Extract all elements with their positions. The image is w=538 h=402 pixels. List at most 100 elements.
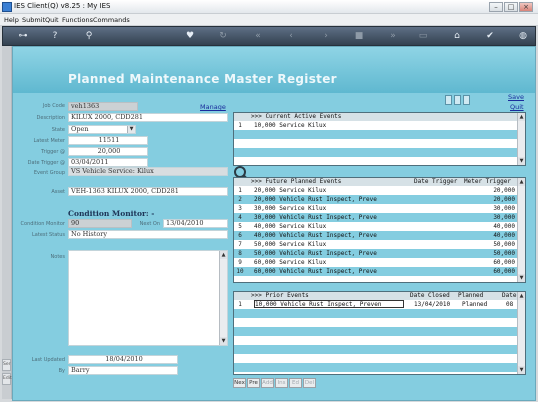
planned-cell: Planned <box>462 301 488 308</box>
description-field[interactable]: KILUX 2000, CDD281 <box>68 113 228 122</box>
next-on-label: Next On <box>139 221 160 227</box>
scroll-up-icon[interactable]: ▲ <box>518 178 525 186</box>
menu-help[interactable]: Help <box>4 16 19 24</box>
condition-monitor-label: Condition Monitor <box>20 221 65 227</box>
notes-scrollbar[interactable]: ▲ ▼ <box>219 251 227 345</box>
document-icon[interactable]: ▭ <box>417 30 429 42</box>
event-group-field[interactable]: VS Vehicle Service: Kilux <box>68 167 228 176</box>
empty-row <box>234 309 518 318</box>
insert-button[interactable]: Ins <box>275 378 288 388</box>
meter-cell: 20,000 <box>493 196 515 203</box>
event-cell: 50,000 Service Kilux <box>254 241 327 248</box>
empty-row <box>234 148 518 157</box>
current-events-scrollbar[interactable]: ▲ ▼ <box>517 113 525 165</box>
menu-commands[interactable]: Commands <box>93 16 130 24</box>
table-row[interactable]: 6 40,000 Vehicle Rust Inspect, Preve 40,00… <box>234 231 518 240</box>
future-events-scrollbar[interactable]: ▲ ▼ <box>517 178 525 282</box>
refresh-icon[interactable]: ↻ <box>217 30 229 42</box>
row-number: 2 <box>238 196 242 203</box>
date-column[interactable]: Date <box>502 292 516 299</box>
table-row[interactable]: 5 40,000 Service Kilux 40,000 <box>234 222 518 231</box>
table-row[interactable]: 3 30,000 Service Kilux 30,000 <box>234 204 518 213</box>
close-button[interactable]: × <box>519 2 533 12</box>
edit-button[interactable]: Ed <box>289 378 302 388</box>
asset-label: Asset <box>51 189 65 195</box>
previous-button[interactable]: Pre <box>247 378 260 388</box>
prior-events-title: >>> Prior Events <box>251 292 309 299</box>
minimize-button[interactable]: – <box>489 2 503 12</box>
menu-submit[interactable]: Submit <box>22 16 45 24</box>
state-label: State <box>51 127 65 133</box>
table-row[interactable]: 8 50,000 Vehicle Rust Inspect, Preve 50,00… <box>234 249 518 258</box>
latest-status-field[interactable]: No History <box>68 230 228 239</box>
key-icon[interactable]: ⊶ <box>13 30 33 42</box>
job-code-label: Job Code <box>42 103 65 109</box>
table-row[interactable]: 2 20,000 Vehicle Rust Inspect, Preve 20,00… <box>234 195 518 204</box>
table-row[interactable]: 9 60,000 Service Kilux 60,000 <box>234 258 518 267</box>
scroll-up-icon[interactable]: ▲ <box>220 251 227 259</box>
fast-forward-icon[interactable]: » <box>387 30 399 42</box>
manage-link[interactable]: Manage <box>200 103 226 111</box>
rewind-icon[interactable]: « <box>252 30 264 42</box>
event-cell: 60,000 Vehicle Rust Inspect, Preve <box>254 268 377 275</box>
date-trigger-column[interactable]: Date Trigger <box>414 178 457 185</box>
maximize-button[interactable]: □ <box>504 2 518 12</box>
by-field: Barry <box>68 366 178 375</box>
latest-meter-field[interactable]: 11511 <box>68 136 148 145</box>
scroll-up-icon[interactable]: ▲ <box>518 113 525 121</box>
delete-button[interactable]: Del <box>303 378 316 388</box>
next-on-field[interactable]: 13/04/2010 <box>163 219 228 228</box>
date-trigger-field[interactable]: 03/04/2011 <box>68 158 148 167</box>
future-events-header: >>> Future Planned Events Date Trigger M… <box>234 178 518 186</box>
date-closed-column[interactable]: Date Closed <box>410 292 450 299</box>
save-link[interactable]: Save <box>508 93 524 101</box>
row-number: 6 <box>238 232 242 239</box>
strip-tab-edit[interactable]: Edit <box>2 373 12 385</box>
condition-monitor-title: Condition Monitor: - <box>68 209 155 218</box>
next-button[interactable]: Nex <box>233 378 246 388</box>
meter-trigger-column[interactable]: Meter Trigger <box>464 178 511 185</box>
row-number: 1 <box>238 122 242 129</box>
scroll-down-icon[interactable]: ▼ <box>518 157 525 165</box>
strip-tab-ser[interactable]: Ser <box>2 359 11 371</box>
home-icon[interactable]: ⌂ <box>451 30 463 42</box>
users-icon[interactable] <box>445 93 471 105</box>
job-code-field[interactable]: veh1363 <box>68 102 138 111</box>
prior-events-scrollbar[interactable]: ▲ ▼ <box>517 292 525 374</box>
table-row[interactable]: 10 60,000 Vehicle Rust Inspect, Preve 60,0… <box>234 267 518 276</box>
table-row[interactable]: 1 10,000 Service Kilux <box>234 121 518 130</box>
forward-icon[interactable]: › <box>320 30 332 42</box>
planned-column[interactable]: Planned <box>458 292 483 299</box>
help-icon[interactable]: ? <box>49 30 61 42</box>
globe-icon[interactable]: ◍ <box>517 30 529 42</box>
search-icon[interactable]: ⚲ <box>83 30 95 42</box>
table-row[interactable]: 1 10,000 Vehicle Rust Inspect, Preven 13… <box>234 300 518 309</box>
scroll-down-icon[interactable]: ▼ <box>220 337 227 345</box>
table-row[interactable]: 1 20,000 Service Kilux 20,000 <box>234 186 518 195</box>
scroll-up-icon[interactable]: ▲ <box>518 292 525 300</box>
asset-field[interactable]: VEH-1363 KILUX 2000, CDD281 <box>68 187 228 196</box>
quit-link[interactable]: Quit <box>510 103 524 111</box>
scroll-down-icon[interactable]: ▼ <box>518 366 525 374</box>
app-icon <box>2 2 12 12</box>
notes-textarea[interactable]: ▲ ▼ <box>68 250 228 346</box>
heart-icon[interactable]: ♥ <box>184 30 196 42</box>
check-icon[interactable]: ✔ <box>484 30 496 42</box>
add-button[interactable]: Add <box>261 378 274 388</box>
stop-icon[interactable]: ■ <box>353 30 365 42</box>
event-cell: 60,000 Service Kilux <box>254 259 327 266</box>
scroll-down-icon[interactable]: ▼ <box>518 274 525 282</box>
chevron-down-icon[interactable]: ▼ <box>127 126 135 133</box>
state-select[interactable]: Open ▼ <box>68 125 136 134</box>
back-icon[interactable]: ‹ <box>285 30 297 42</box>
trigger-field[interactable]: 20,000 <box>68 147 148 156</box>
table-row[interactable]: 7 50,000 Service Kilux 50,000 <box>234 240 518 249</box>
menu-functions[interactable]: Functions <box>62 16 93 24</box>
latest-meter-label: Latest Meter <box>33 138 65 144</box>
row-number: 1 <box>238 187 242 194</box>
menu-quit[interactable]: Quit <box>45 16 59 24</box>
condition-monitor-field[interactable]: 90 <box>68 219 132 228</box>
by-label: By <box>58 368 65 374</box>
table-row[interactable]: 4 30,000 Vehicle Rust Inspect, Preve 30,00… <box>234 213 518 222</box>
meter-cell: 30,000 <box>493 214 515 221</box>
